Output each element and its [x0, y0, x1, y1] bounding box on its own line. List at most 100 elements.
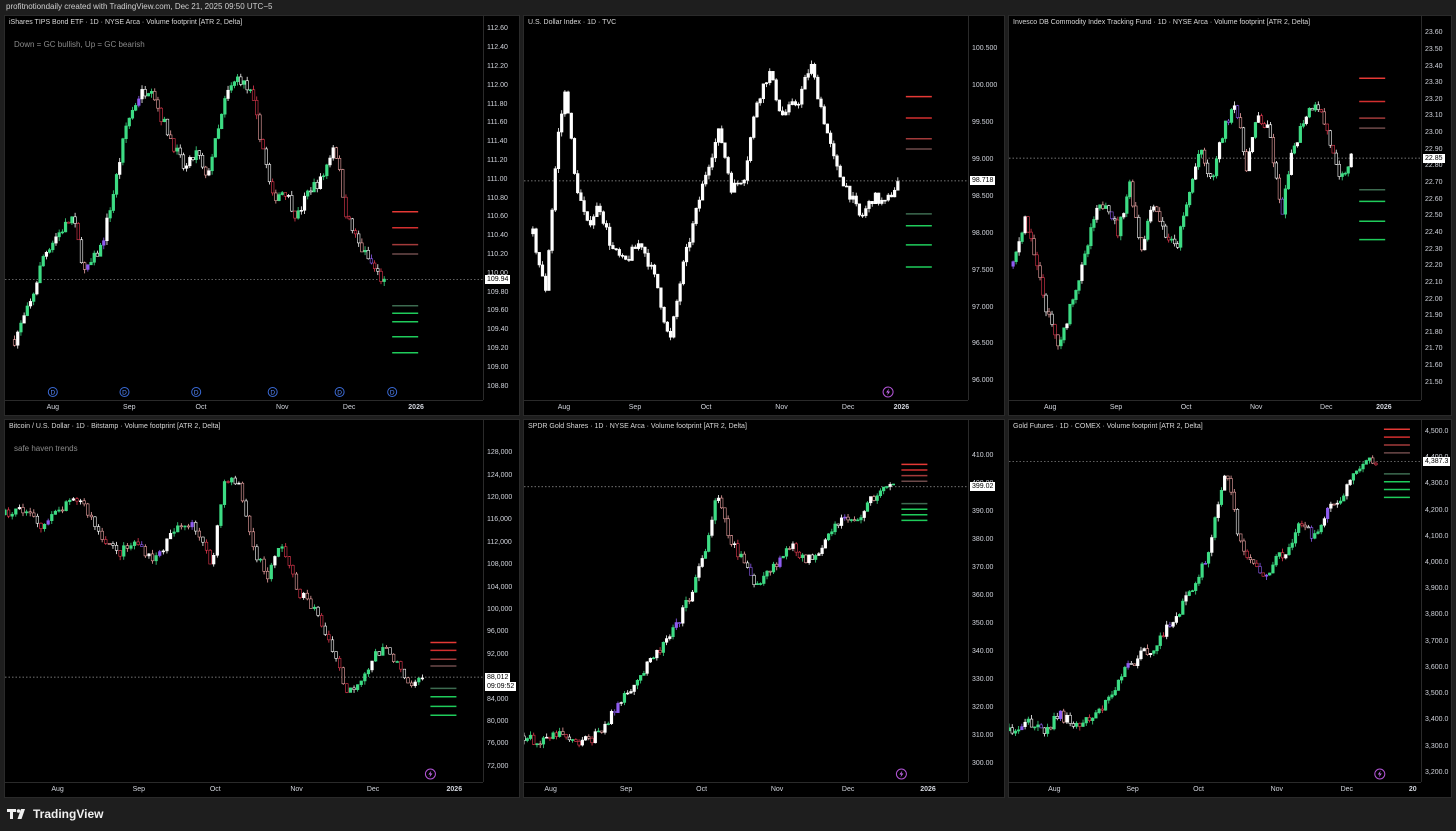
price-axis-label: 96.500 [972, 340, 994, 348]
last-price-tag: 399.02 [970, 482, 996, 492]
candle-body [14, 508, 18, 515]
candle-body [273, 556, 277, 566]
event-bolt-icon[interactable] [1374, 768, 1386, 780]
candle-body [229, 85, 233, 91]
time-axis-label: 2026 [446, 786, 463, 793]
candle-body [1361, 463, 1365, 470]
chart-panel-dbc[interactable]: Invesco DB Commodity Index Tracking Fund… [1008, 15, 1452, 416]
candle-body [251, 531, 255, 548]
chart-panel-gc[interactable]: Gold Futures · 1D · COMEX · Volume footp… [1008, 419, 1452, 798]
candle-body [841, 176, 846, 187]
dividend-marker-icon[interactable]: D [191, 387, 202, 397]
candle-body [179, 525, 183, 528]
price-axis[interactable]: 100.500 100.000 99.500 99.000 98.500 98.000 97… [968, 16, 1004, 400]
candle-body [42, 523, 47, 529]
chart-panel-tip[interactable]: D D D D D DiShares TIPS Bond ETF · 1D · NYSE … [4, 15, 520, 416]
price-axis-label: 111.00 [487, 175, 508, 183]
candle-body [684, 246, 689, 263]
candle-body [1245, 550, 1249, 558]
candle-body [535, 743, 539, 746]
candle-body [334, 147, 338, 159]
price-axis-label: 84,000 [487, 695, 509, 703]
tradingview-logo[interactable]: TradingView [7, 807, 103, 821]
chart-plot[interactable] [1009, 420, 1421, 782]
candle-body [67, 221, 71, 224]
candle-body [687, 600, 691, 602]
candle-body [1136, 658, 1140, 666]
dividend-marker-icon[interactable]: D [334, 387, 345, 397]
candle-body [1145, 648, 1149, 655]
time-axis-label: Sep [132, 786, 146, 793]
price-axis[interactable]: 112.60 112.40 112.20 112.00 111.80 111.60 111.… [483, 16, 519, 400]
candle-body [1301, 123, 1305, 127]
candle-body [57, 232, 61, 238]
candle-body [630, 246, 634, 261]
candle-body [1049, 726, 1053, 730]
candle-body [410, 682, 414, 686]
candle-body [1142, 648, 1146, 652]
chart-plot[interactable] [5, 420, 483, 782]
candle-body [190, 522, 194, 528]
candle-body [1371, 457, 1375, 464]
candle-body [146, 93, 150, 97]
candle-body [768, 570, 772, 573]
dividend-marker-icon[interactable]: D [267, 387, 278, 397]
candle-body [230, 477, 234, 483]
candle-body [264, 148, 268, 165]
dividend-marker-icon[interactable]: D [119, 387, 130, 397]
chart-panel-gld[interactable]: SPDR Gold Shares · 1D · NYSE Arca · Volu… [523, 419, 1005, 798]
chart-plot[interactable] [524, 420, 968, 782]
dividend-marker-icon[interactable]: D [387, 387, 398, 397]
dividend-marker-icon[interactable]: D [47, 387, 58, 397]
candle-body [399, 661, 403, 670]
event-bolt-icon[interactable] [424, 768, 436, 780]
event-bolt-icon[interactable] [895, 768, 907, 780]
candle-body [22, 315, 26, 324]
candle-body [869, 496, 873, 504]
candle-body [370, 660, 374, 671]
price-axis-label: 380.00 [972, 536, 994, 543]
candle-body [1261, 572, 1265, 577]
chart-plot[interactable] [524, 16, 968, 400]
candle-body [1107, 205, 1111, 213]
candle-body [70, 216, 74, 224]
candle-body [643, 246, 647, 254]
candle-body [162, 118, 166, 123]
price-axis[interactable]: 4,500.04,400.04,300.04,200.04,100.04,000… [1421, 420, 1451, 782]
candle-body [793, 101, 797, 106]
candle-body [331, 147, 335, 159]
candle-body [1077, 280, 1081, 291]
chart-plot[interactable]: DDDDDD [5, 16, 483, 400]
candle-body [677, 622, 682, 624]
candle-body [1300, 523, 1304, 526]
candle-body [640, 243, 644, 248]
chart-title: U.S. Dollar Index · 1D · TVC [528, 19, 617, 26]
candle-body [16, 331, 20, 346]
price-axis[interactable]: 23.60 23.50 23.40 23.30 23.20 23.10 23.00 22.90… [1421, 16, 1451, 400]
candle-body [1335, 502, 1339, 505]
candle-body [1029, 231, 1033, 239]
candle-body [1032, 238, 1036, 256]
price-axis[interactable]: 410.00400.00390.00380.00370.00360.00350.… [968, 420, 1004, 782]
candle-body [1223, 120, 1228, 139]
chart-panel-btc[interactable]: Bitcoin / U.S. Dollar · 1D · Bitstamp · … [4, 419, 520, 798]
candle-body [616, 703, 620, 713]
candle-body [1116, 679, 1121, 691]
chart-note: safe haven trends [14, 444, 78, 453]
candle-body [158, 551, 162, 556]
event-bolt-icon[interactable] [882, 386, 894, 398]
time-axis-label: Nov [1270, 786, 1284, 793]
candle-body [664, 638, 669, 643]
candle-body [566, 91, 570, 114]
candle-body [859, 517, 863, 521]
time-axis-label: Nov [290, 786, 303, 793]
candle-body [658, 650, 662, 653]
chart-panel-dxy[interactable]: U.S. Dollar Index · 1D · TVC 100.500 100.0… [523, 15, 1005, 416]
candle-body [791, 543, 795, 549]
chart-plot[interactable] [1009, 16, 1421, 400]
candle-body [1039, 724, 1043, 729]
candle-body [305, 592, 309, 600]
candle-body [258, 558, 263, 561]
candle-body [1232, 105, 1237, 110]
price-axis[interactable]: 128,000 124,000 120,000 116,000 112,000 108,0… [483, 420, 519, 782]
